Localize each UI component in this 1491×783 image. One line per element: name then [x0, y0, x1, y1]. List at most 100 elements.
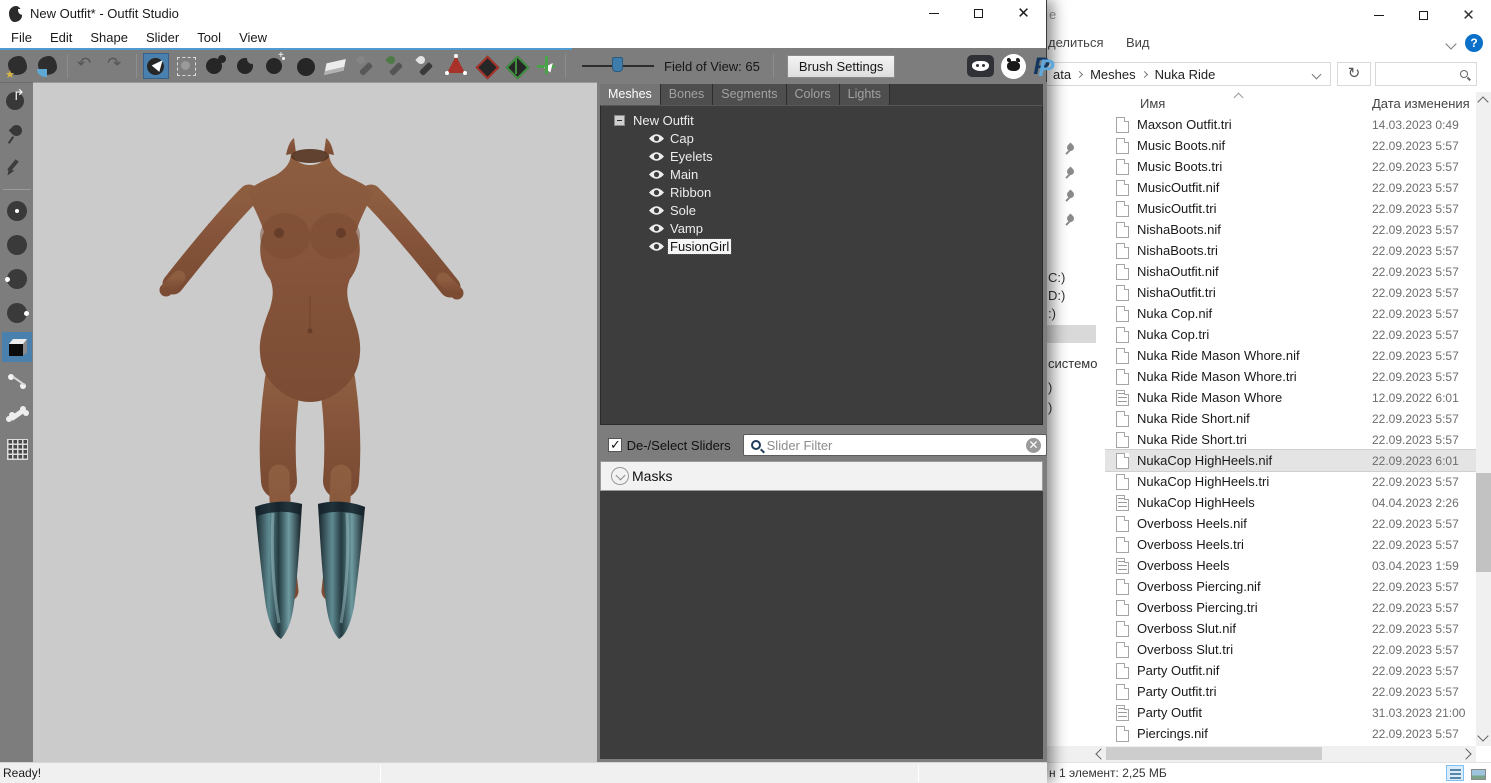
maximize-button[interactable] [956, 0, 1001, 27]
outfit-studio-titlebar[interactable]: New Outfit* - Outfit Studio ✕ [0, 0, 1046, 27]
perspective-cube-icon[interactable] [2, 332, 32, 362]
explorer-titlebar[interactable]: е ✕ [1047, 0, 1491, 30]
new-project-icon[interactable] [5, 53, 31, 79]
file-row[interactable]: NishaOutfit.nif22.09.2023 5:57 [1105, 261, 1476, 282]
scroll-down-icon[interactable] [1477, 730, 1488, 741]
menu-item-view[interactable]: View [230, 28, 276, 47]
alpha-brush-icon[interactable] [413, 53, 439, 79]
visibility-eye-icon[interactable] [648, 169, 665, 180]
brush-settings-button[interactable]: Brush Settings [787, 55, 896, 78]
menu-item-file[interactable]: File [2, 28, 41, 47]
pen-icon[interactable] [2, 153, 32, 183]
file-row[interactable]: MusicOutfit.nif22.09.2023 5:57 [1105, 177, 1476, 198]
tab-colors[interactable]: Colors [787, 84, 840, 105]
nav-item-fragment[interactable]: D:) [1048, 288, 1065, 303]
undo-icon[interactable] [74, 53, 100, 79]
tab-segments[interactable]: Segments [713, 84, 786, 105]
file-row[interactable]: NishaOutfit.tri22.09.2023 5:57 [1105, 282, 1476, 303]
file-row[interactable]: NishaBoots.nif22.09.2023 5:57 [1105, 219, 1476, 240]
help-icon[interactable]: ? [1465, 34, 1483, 52]
nav-item-fragment[interactable]: ) [1048, 380, 1052, 395]
weight-brush-icon[interactable] [353, 53, 379, 79]
visibility-eye-icon[interactable] [648, 205, 665, 216]
vertical-scrollbar[interactable] [1476, 92, 1491, 746]
tree-item-vamp[interactable]: Vamp [601, 219, 1042, 237]
close-button[interactable]: ✕ [1001, 0, 1046, 27]
brush-center-falloff-icon[interactable] [2, 196, 32, 226]
file-row[interactable]: Nuka Cop.nif22.09.2023 5:57 [1105, 303, 1476, 324]
file-row[interactable]: Nuka Ride Mason Whore12.09.2022 6:01 [1105, 387, 1476, 408]
file-row[interactable]: Overboss Heels03.04.2023 1:59 [1105, 555, 1476, 576]
explorer-minimize-button[interactable] [1356, 0, 1401, 30]
file-row[interactable]: Piercings.nif22.09.2023 5:57 [1105, 723, 1476, 744]
thumbnails-view-button[interactable] [1468, 765, 1486, 781]
breadcrumb[interactable]: ataMeshesNuka Ride [1047, 62, 1331, 86]
slider-filter-input[interactable] [765, 437, 1026, 454]
nav-item-fragment[interactable]: С:) [1048, 270, 1065, 285]
visibility-eye-icon[interactable] [648, 187, 665, 198]
nav-item-fragment[interactable]: системо [1048, 356, 1097, 371]
collapse-icon[interactable] [614, 115, 625, 126]
visibility-eye-icon[interactable] [648, 133, 665, 144]
file-row[interactable]: Overboss Piercing.tri22.09.2023 5:57 [1105, 597, 1476, 618]
ribbon-tab-view[interactable]: Вид [1126, 35, 1150, 50]
horizontal-scrollbar[interactable] [1047, 746, 1476, 762]
breadcrumb-item[interactable]: Meshes [1084, 67, 1140, 82]
select-tool-icon[interactable] [143, 53, 169, 79]
paypal-icon[interactable] [1033, 53, 1055, 79]
nav-item-selected[interactable] [1047, 325, 1096, 343]
wireframe-grid-icon[interactable] [2, 434, 32, 464]
x-mirror-icon[interactable] [473, 53, 499, 79]
eraser-brush-icon[interactable] [323, 53, 349, 79]
file-row[interactable]: MusicOutfit.tri22.09.2023 5:57 [1105, 198, 1476, 219]
tree-item-eyelets[interactable]: Eyelets [601, 147, 1042, 165]
tree-item-cap[interactable]: Cap [601, 129, 1042, 147]
details-view-button[interactable] [1446, 765, 1464, 781]
column-header-date[interactable]: Дата изменения [1372, 96, 1470, 111]
tab-lights[interactable]: Lights [840, 84, 890, 105]
connected-vertices-icon[interactable] [503, 53, 529, 79]
scroll-right-icon[interactable] [1460, 748, 1471, 759]
clear-filter-icon[interactable]: ✕ [1026, 438, 1041, 453]
deflate-brush-icon[interactable] [233, 53, 259, 79]
file-row[interactable]: Nuka Ride Mason Whore.tri22.09.2023 5:57 [1105, 366, 1476, 387]
refresh-button[interactable]: ↻ [1337, 62, 1371, 86]
minimize-button[interactable] [911, 0, 956, 27]
file-row[interactable]: Overboss Heels.tri22.09.2023 5:57 [1105, 534, 1476, 555]
file-row[interactable]: Overboss Piercing.nif22.09.2023 5:57 [1105, 576, 1476, 597]
view-origin-icon[interactable] [2, 85, 32, 115]
file-row[interactable]: Party Outfit.tri22.09.2023 5:57 [1105, 681, 1476, 702]
chevron-down-icon[interactable] [611, 467, 629, 485]
color-brush-icon[interactable] [383, 53, 409, 79]
scroll-up-icon[interactable] [1477, 96, 1488, 107]
file-row[interactable]: NukaCop HighHeels04.04.2023 2:26 [1105, 492, 1476, 513]
menu-item-tool[interactable]: Tool [188, 28, 230, 47]
tab-meshes[interactable]: Meshes [600, 84, 661, 105]
mask-brush-icon[interactable] [173, 53, 199, 79]
column-header-name[interactable]: Имя [1140, 96, 1165, 111]
file-row[interactable]: Party Outfit.nif22.09.2023 5:57 [1105, 660, 1476, 681]
file-row[interactable]: Party Outfit31.03.2023 21:00 [1105, 702, 1476, 723]
visibility-eye-icon[interactable] [648, 241, 665, 252]
menu-item-shape[interactable]: Shape [81, 28, 137, 47]
viewport-3d[interactable] [33, 82, 597, 762]
file-row[interactable]: Nuka Ride Mason Whore.nif22.09.2023 5:57 [1105, 345, 1476, 366]
tree-item-fusiongirl[interactable]: FusionGirl [601, 237, 1042, 255]
masks-section-header[interactable]: Masks [600, 461, 1043, 491]
ribbon-collapse-icon[interactable] [1445, 38, 1456, 49]
explorer-close-button[interactable]: ✕ [1446, 0, 1491, 30]
visibility-eye-icon[interactable] [648, 223, 665, 234]
scroll-left-icon[interactable] [1095, 748, 1106, 759]
file-row[interactable]: Overboss Slut.nif22.09.2023 5:57 [1105, 618, 1476, 639]
ribbon-tab-share[interactable]: делиться [1048, 35, 1104, 50]
menu-item-edit[interactable]: Edit [41, 28, 81, 47]
file-row[interactable]: Nuka Cop.tri22.09.2023 5:57 [1105, 324, 1476, 345]
horizontal-scroll-thumb[interactable] [1106, 747, 1322, 760]
file-row[interactable]: Music Boots.tri22.09.2023 5:57 [1105, 156, 1476, 177]
smooth-brush-icon[interactable] [263, 53, 289, 79]
menu-item-slider[interactable]: Slider [137, 28, 188, 47]
nav-item-fragment[interactable]: :) [1048, 306, 1056, 321]
file-row[interactable]: Overboss Heels.nif22.09.2023 5:57 [1105, 513, 1476, 534]
file-row[interactable]: NukaCop HighHeels.tri22.09.2023 5:57 [1105, 471, 1476, 492]
transform-tool-icon[interactable] [533, 53, 559, 79]
